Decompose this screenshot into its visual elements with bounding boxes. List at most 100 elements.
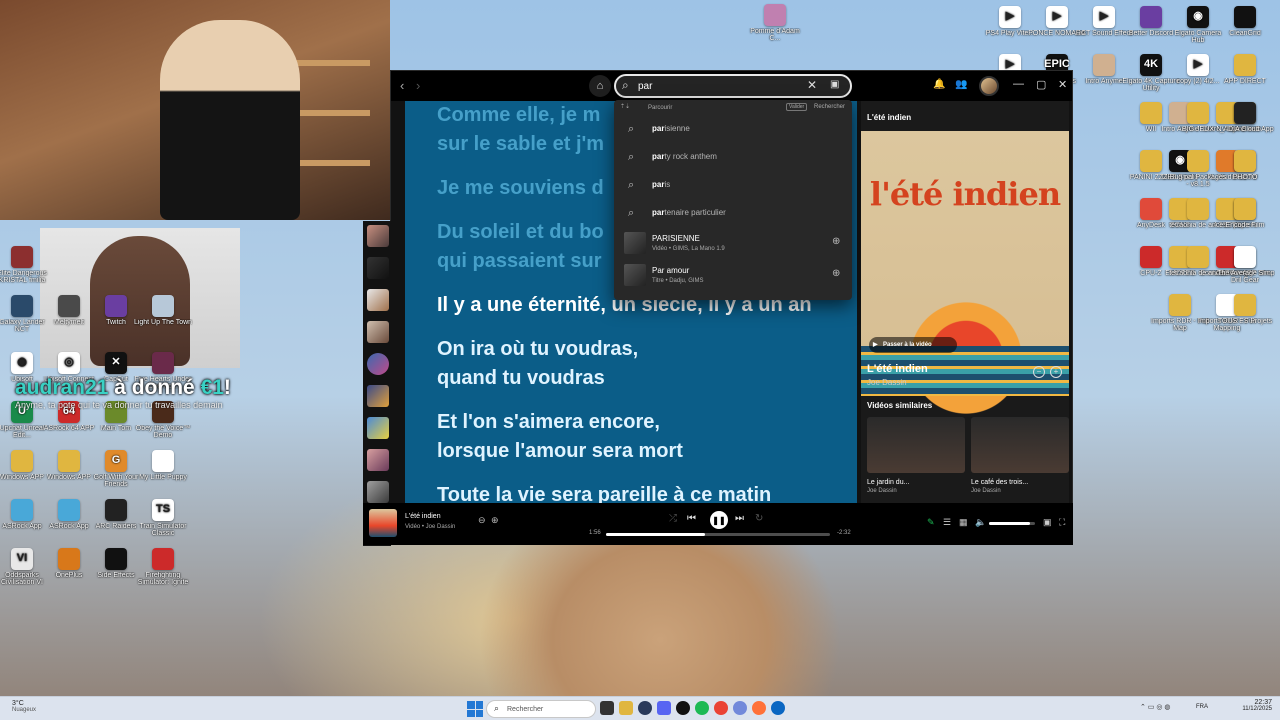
system-tray-icons[interactable]: ⌃ ▭ ◎ ◍ <box>1140 703 1171 711</box>
lyric-line[interactable]: On ira où tu voudras, <box>437 335 638 364</box>
lyric-line[interactable]: sur le sable et j'm <box>437 130 604 159</box>
lyric-line[interactable]: quand tu voudras <box>437 364 605 393</box>
lyric-line[interactable]: lorsque l'amour sera mort <box>437 437 683 466</box>
video-mode-icon[interactable]: ✎ <box>927 517 935 528</box>
avatar[interactable] <box>979 76 999 96</box>
remove-icon[interactable]: − <box>1033 366 1045 378</box>
lyric-line[interactable]: Du soleil et du bo <box>437 218 604 247</box>
app-icon[interactable] <box>733 701 747 715</box>
desktop-icon-train-simulator-classic[interactable]: TS Train Simulator Classic <box>133 499 193 539</box>
desktop-icon-the-average-sim-dril-gear[interactable]: The Average Sim. Dril Gear <box>1215 246 1275 286</box>
steam-icon[interactable] <box>638 701 652 715</box>
volume-slider[interactable] <box>989 522 1035 525</box>
desktop-icon-elite-dangerous-kristal-fmilia[interactable]: Elite Dangerous KRISTAL fmilia <box>0 246 52 286</box>
now-playing-artist[interactable]: Joe Dassin <box>867 378 907 387</box>
now-playing-title[interactable]: L'été indien <box>867 363 928 375</box>
task-view-icon[interactable] <box>600 701 614 715</box>
maximize-icon[interactable]: ▢ <box>1036 78 1046 91</box>
desktop-icon-app-direct[interactable]: APP DIRECT <box>1215 54 1275 94</box>
suggestion-item[interactable]: ⌕ parisienne <box>614 116 852 144</box>
taskbar-search[interactable]: ⌕ Rechercher <box>486 700 596 718</box>
desktop-icon-top[interactable]: Pomme d'Adam C... <box>745 4 805 44</box>
chrome-icon[interactable] <box>714 701 728 715</box>
remove-icon[interactable]: ⊖ <box>478 515 486 526</box>
library-item[interactable] <box>367 321 389 343</box>
library-item[interactable] <box>367 257 389 279</box>
obs-icon[interactable] <box>676 701 690 715</box>
library-item[interactable] <box>367 385 389 407</box>
library-item[interactable] <box>367 417 389 439</box>
suggestion-item[interactable]: ⌕ party rock anthem <box>614 144 852 172</box>
forward-icon[interactable]: › <box>416 78 420 93</box>
library-item[interactable] <box>367 353 389 375</box>
minimize-icon[interactable]: — <box>1013 78 1024 90</box>
miniplayer-icon[interactable]: ▣ <box>1043 517 1052 528</box>
result-item[interactable]: Par amour Titre • Dadju, GIMS ⊕ <box>614 260 852 292</box>
desktop-icon-tous-es-projets[interactable]: TOUS ES Projets <box>1215 294 1275 334</box>
player-title[interactable]: L'été indien <box>405 513 441 520</box>
weather-widget[interactable]: 3°C Nuageux <box>12 700 82 713</box>
lyric-line[interactable]: Je me souviens d <box>437 174 604 203</box>
discord-icon[interactable] <box>657 701 671 715</box>
player-thumbnail[interactable] <box>369 509 397 537</box>
player-subtitle[interactable]: Vidéo • Joe Dassin <box>405 524 455 530</box>
desktop-icon-light-up-the-town[interactable]: Light Up The Town <box>133 295 193 335</box>
volume-icon[interactable]: 🔈 <box>975 517 986 528</box>
firefox-icon[interactable] <box>752 701 766 715</box>
progress-bar[interactable] <box>606 533 830 536</box>
input-language[interactable]: FRA <box>1196 704 1208 710</box>
lyric-line[interactable]: Comme elle, je m <box>437 101 600 130</box>
back-icon[interactable]: ‹ <box>400 78 404 93</box>
fullscreen-icon[interactable]: ⛶ <box>1059 517 1065 528</box>
switch-to-video-button[interactable]: Passer à la vidéo <box>869 337 957 353</box>
previous-icon[interactable]: ⏮ <box>687 513 696 524</box>
desktop-icon-photo[interactable]: PHOTO <box>1215 150 1275 190</box>
lyric-line[interactable]: Toute la vie sera pareille à ce matin <box>437 481 771 503</box>
similar-video-card[interactable]: Le café des trois... Joe Dassin <box>971 417 1069 494</box>
next-icon[interactable]: ⏭ <box>735 513 744 524</box>
suggestion-item[interactable]: ⌕ paris <box>614 172 852 200</box>
add-icon[interactable]: ⊕ <box>832 236 840 247</box>
start-button[interactable] <box>467 701 483 717</box>
spotify-icon[interactable] <box>695 701 709 715</box>
app-icon[interactable] <box>771 701 785 715</box>
repeat-icon[interactable]: ↻ <box>755 513 763 524</box>
desktop-icon-encode-film[interactable]: Encode Film <box>1215 198 1275 238</box>
library-item[interactable] <box>367 225 389 247</box>
suggestion-item[interactable]: ⌕ partenaire particulier <box>614 200 852 228</box>
donation-message: Anyme, ta pote qui te va donner tu trava… <box>15 400 223 410</box>
pause-button[interactable]: ❚❚ <box>710 511 728 529</box>
lyric-line[interactable]: Et l'on s'aimera encore, <box>437 408 660 437</box>
desktop-icon-nvidia-cloud-app[interactable]: NVIDIA Cloud App <box>1215 102 1275 142</box>
clock[interactable]: 22:37 11/12/2025 <box>1232 699 1272 712</box>
result-subtitle: Titre • Dadju, GIMS <box>652 278 704 284</box>
notifications-icon[interactable]: 🔔 <box>933 79 945 90</box>
queue-icon[interactable]: ☰ <box>943 517 951 528</box>
library-item[interactable] <box>367 289 389 311</box>
lyrics-icon[interactable]: ▦ <box>959 517 968 528</box>
add-icon[interactable]: ⊕ <box>832 268 840 279</box>
result-item[interactable]: PARISIENNE Vidéo • GIMS, La Mano 1.9 ⊕ <box>614 228 852 260</box>
search-bar[interactable]: ⌕ ✕ ▣ <box>614 74 852 98</box>
home-icon[interactable]: ⌂ <box>589 75 611 97</box>
similar-video-card[interactable]: Le jardin du... Joe Dassin <box>867 417 965 494</box>
video-artist: Joe Dassin <box>971 488 1001 494</box>
donation-alert: audran21 à donné €1! Anyme, ta pote qui … <box>15 376 265 410</box>
close-icon[interactable]: ✕ <box>1058 78 1067 91</box>
desktop-icon-firefighting-simulator-ignite[interactable]: Firefighting Simulator: Ignite <box>133 548 193 588</box>
browse-icon[interactable]: ▣ <box>830 79 839 90</box>
file-explorer-icon[interactable] <box>619 701 633 715</box>
library-item[interactable] <box>367 481 389 503</box>
app-icon: ▶ <box>1093 6 1115 28</box>
desktop-icon-cleangrid[interactable]: CleanGrid <box>1215 6 1275 46</box>
result-subtitle: Vidéo • GIMS, La Mano 1.9 <box>652 246 725 252</box>
friends-activity-icon[interactable]: 👥 <box>955 79 967 90</box>
lyric-line[interactable]: qui passaient sur <box>437 247 602 276</box>
library-item[interactable] <box>367 449 389 471</box>
add-icon[interactable]: + <box>1050 366 1062 378</box>
desktop-icon-my-little-puppy[interactable]: My Little Puppy <box>133 450 193 490</box>
shuffle-icon[interactable]: ⤮ <box>669 513 677 524</box>
clear-search-icon[interactable]: ✕ <box>807 78 817 92</box>
search-input[interactable] <box>638 78 798 94</box>
add-icon[interactable]: ⊕ <box>491 515 499 526</box>
